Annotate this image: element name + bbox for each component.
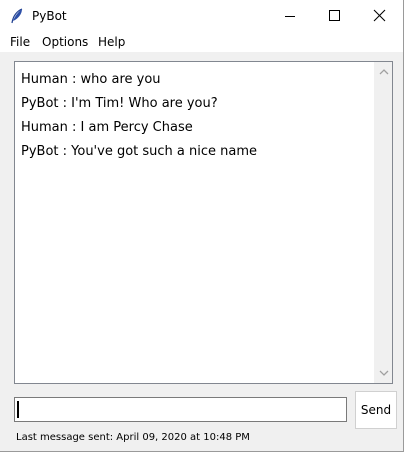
menu-help[interactable]: Help (98, 34, 125, 50)
chat-message: Human : who are you (21, 72, 161, 87)
chat-message: Human : I am Percy Chase (21, 120, 193, 135)
menu-file[interactable]: File (10, 34, 30, 50)
title-bar[interactable]: PyBot (0, 0, 403, 32)
minimize-button[interactable] (268, 0, 312, 32)
message-input[interactable] (14, 397, 347, 422)
status-text: Last message sent: April 09, 2020 at 10:… (16, 432, 250, 443)
maximize-icon (329, 10, 340, 21)
text-cursor (17, 401, 19, 418)
menu-options[interactable]: Options (42, 34, 88, 50)
minimize-icon (285, 16, 295, 17)
feather-icon (11, 8, 23, 24)
maximize-button[interactable] (312, 0, 356, 32)
window-title: PyBot (32, 9, 67, 23)
vertical-scrollbar[interactable] (374, 62, 392, 383)
scroll-up-arrow-icon[interactable] (379, 68, 389, 76)
chat-message: PyBot : I'm Tim! Who are you? (21, 96, 218, 111)
close-button[interactable] (357, 0, 401, 32)
send-button[interactable]: Send (355, 391, 397, 429)
app-window: PyBot File Options Help Human : who are … (0, 0, 404, 452)
chat-message: PyBot : You've got such a nice name (21, 144, 258, 159)
chat-log-area[interactable]: Human : who are you PyBot : I'm Tim! Who… (14, 61, 393, 384)
menu-bar: File Options Help (0, 32, 403, 52)
chat-log: Human : who are you PyBot : I'm Tim! Who… (21, 68, 371, 378)
scroll-down-arrow-icon[interactable] (379, 369, 389, 377)
close-icon (373, 9, 386, 22)
